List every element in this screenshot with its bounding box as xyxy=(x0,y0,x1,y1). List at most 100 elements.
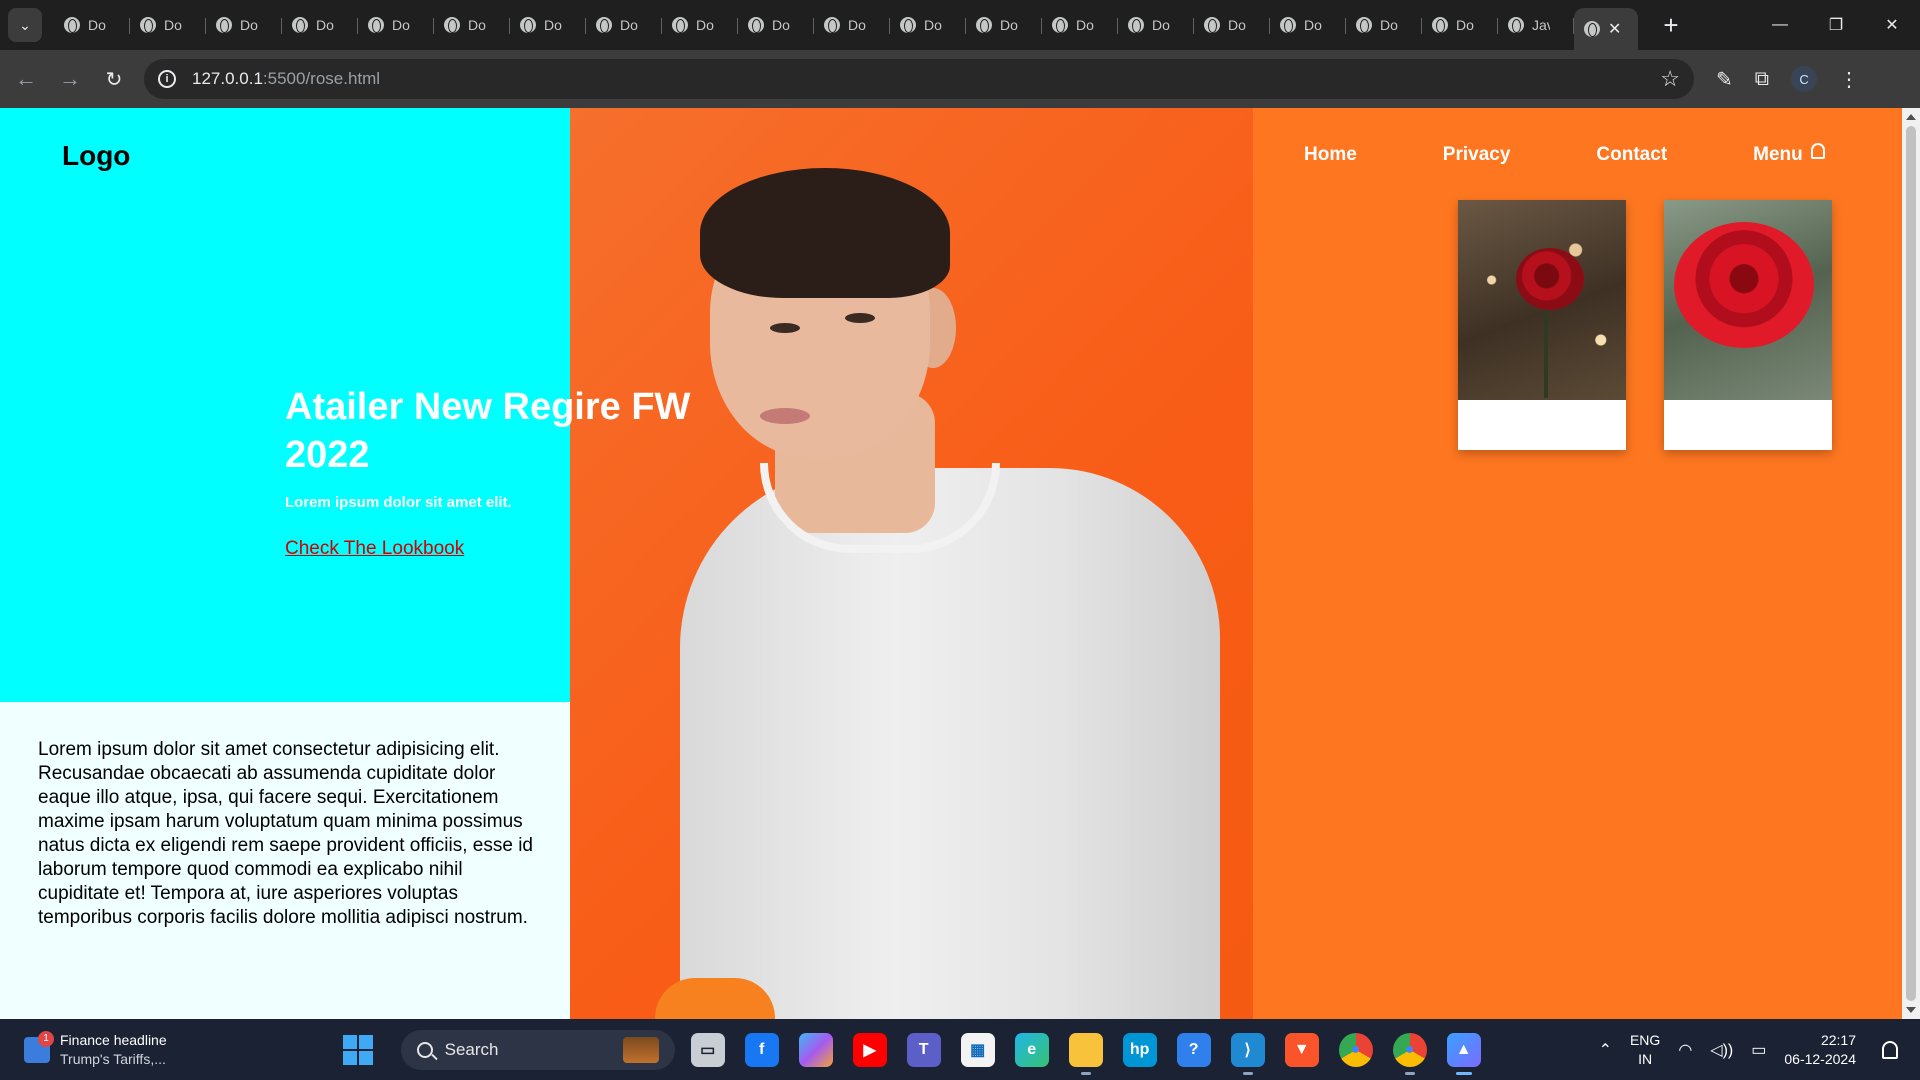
browser-tab[interactable]: Do xyxy=(586,8,662,42)
chevron-up-icon[interactable]: ⌃ xyxy=(1599,1040,1612,1060)
nav-menu[interactable]: Menu xyxy=(1753,143,1825,166)
photos-icon[interactable]: ▲ xyxy=(1446,1032,1481,1075)
file-explorer-icon[interactable] xyxy=(1068,1032,1103,1075)
rose-bloom xyxy=(1516,248,1584,310)
eyedropper-icon[interactable]: ✎ xyxy=(1716,67,1733,92)
reload-button[interactable]: ↻ xyxy=(96,61,132,97)
close-tab-icon[interactable]: ✕ xyxy=(1608,19,1621,39)
rose-card-1[interactable] xyxy=(1458,200,1626,450)
leaf-background xyxy=(1664,200,1832,400)
new-tab-button[interactable]: + xyxy=(1656,10,1686,41)
tab-search-button[interactable]: ⌄ xyxy=(8,8,42,42)
browser-tab[interactable]: Do xyxy=(206,8,282,42)
browser-toolbar: ← → ↻ i 127.0.0.1:5500/rose.html ☆ ✎ ⧉ C… xyxy=(0,50,1920,108)
globe-icon xyxy=(824,17,840,33)
close-window-button[interactable]: ✕ xyxy=(1864,0,1920,50)
scrollbar-thumb[interactable] xyxy=(1906,126,1916,1001)
tab-title: Do xyxy=(848,17,866,33)
more-menu-icon[interactable]: ⋮ xyxy=(1839,67,1859,92)
news-widget[interactable]: 1 Finance headline Trump's Tariffs,... xyxy=(24,1030,167,1069)
model-photo xyxy=(570,108,1253,1019)
tab-title: Do xyxy=(1456,17,1474,33)
extensions-icon[interactable]: ⧉ xyxy=(1755,68,1769,91)
forward-button[interactable]: → xyxy=(52,61,88,97)
rose-image-2 xyxy=(1664,200,1832,400)
nav-home[interactable]: Home xyxy=(1304,144,1357,166)
browser-tab[interactable]: Do xyxy=(814,8,890,42)
browser-tab[interactable]: Do xyxy=(1346,8,1422,42)
browser-tab[interactable]: Do xyxy=(282,8,358,42)
clock[interactable]: 22:17 06-12-2024 xyxy=(1784,1031,1856,1069)
scroll-up-arrow[interactable] xyxy=(1906,114,1916,120)
browser-tab[interactable]: Jav xyxy=(1498,8,1574,42)
tab-active[interactable]: ✕ xyxy=(1574,8,1638,50)
windows-start-icon[interactable] xyxy=(342,1034,373,1065)
clock-date: 06-12-2024 xyxy=(1784,1050,1856,1067)
tab-title: Do xyxy=(392,17,410,33)
youtube-icon[interactable]: ▶ xyxy=(852,1032,887,1067)
browser-tab[interactable]: Do xyxy=(1118,8,1194,42)
globe-icon xyxy=(292,17,308,33)
wifi-icon[interactable]: ◠ xyxy=(1678,1040,1692,1060)
facebook-icon[interactable]: f xyxy=(744,1032,779,1067)
teams-icon[interactable]: T xyxy=(906,1032,941,1067)
browser-tab[interactable]: Do xyxy=(434,8,510,42)
bookmark-star-icon[interactable]: ☆ xyxy=(1660,66,1680,92)
back-button[interactable]: ← xyxy=(8,61,44,97)
browser-tab[interactable]: Do xyxy=(1422,8,1498,42)
search-highlight-icon xyxy=(622,1036,659,1063)
brave-icon[interactable]: ▼ xyxy=(1284,1032,1319,1067)
chrome-icon[interactable]: ● xyxy=(1338,1032,1373,1067)
browser-tab[interactable]: Do xyxy=(1042,8,1118,42)
browser-tab[interactable]: Do xyxy=(966,8,1042,42)
tab-title: Do xyxy=(1304,17,1322,33)
restore-button[interactable]: ❐ xyxy=(1808,0,1864,50)
profile-avatar[interactable]: C xyxy=(1791,66,1818,92)
globe-icon xyxy=(368,17,384,33)
taskbar-search[interactable]: Search xyxy=(400,1029,675,1070)
copilot-icon[interactable] xyxy=(798,1032,833,1067)
globe-icon xyxy=(1584,21,1600,37)
volume-icon[interactable]: ◁)) xyxy=(1710,1040,1733,1060)
site-info-icon[interactable]: i xyxy=(158,70,176,88)
page-scrollbar[interactable] xyxy=(1902,108,1920,1019)
url-text[interactable]: 127.0.0.1:5500/rose.html xyxy=(192,69,380,89)
system-tray: ⌃ ENG IN ◠ ◁)) ▭ 22:17 06-12-2024 xyxy=(1599,1031,1920,1069)
globe-icon xyxy=(140,17,156,33)
nav-privacy[interactable]: Privacy xyxy=(1443,144,1511,166)
help-icon[interactable]: ? xyxy=(1176,1032,1211,1067)
address-bar[interactable]: i 127.0.0.1:5500/rose.html ☆ xyxy=(144,59,1694,99)
minimize-button[interactable]: — xyxy=(1752,0,1808,50)
windows-taskbar: 1 Finance headline Trump's Tariffs,... S… xyxy=(0,1019,1920,1080)
scroll-down-arrow[interactable] xyxy=(1906,1007,1916,1013)
menu-icon xyxy=(1810,143,1825,159)
url-host: 127.0.0.1 xyxy=(192,69,263,88)
browser-tab[interactable]: Do xyxy=(662,8,738,42)
site-logo[interactable]: Logo xyxy=(62,140,130,172)
browser-tab[interactable]: Do xyxy=(510,8,586,42)
rose-card-2[interactable] xyxy=(1664,200,1832,450)
browser-tab[interactable]: Do xyxy=(1270,8,1346,42)
browser-tab-strip: ⌄ Do Do Do Do Do Do Do Do Do Do Do Do Do Do Do Do Do Do Do… xyxy=(0,0,1920,50)
hair-shape xyxy=(700,168,950,298)
browser-tab[interactable]: Do xyxy=(1194,8,1270,42)
browser-tab[interactable]: Do xyxy=(130,8,206,42)
browser-tab[interactable]: Do xyxy=(890,8,966,42)
chrome-profile-icon[interactable]: ● xyxy=(1392,1032,1427,1075)
notification-bell-icon[interactable] xyxy=(1882,1040,1898,1059)
rose-image-1 xyxy=(1458,200,1626,400)
vscode-icon[interactable]: ⟩ xyxy=(1230,1032,1265,1075)
browser-tab[interactable]: Do xyxy=(358,8,434,42)
browser-tab[interactable]: Do xyxy=(738,8,814,42)
battery-icon[interactable]: ▭ xyxy=(1751,1040,1766,1060)
task-view-icon[interactable]: ▭ xyxy=(690,1032,725,1067)
edge-icon[interactable]: e xyxy=(1014,1032,1049,1067)
browser-tab[interactable]: Do xyxy=(54,8,130,42)
tab-title: Do xyxy=(1152,17,1170,33)
language-indicator[interactable]: ENG IN xyxy=(1630,1031,1660,1069)
nav-contact[interactable]: Contact xyxy=(1596,144,1667,166)
tab-title: Do xyxy=(316,17,334,33)
store-icon[interactable]: ▦ xyxy=(960,1032,995,1067)
myhp-icon[interactable]: hp xyxy=(1122,1032,1157,1067)
lookbook-link[interactable]: Check The Lookbook xyxy=(285,538,464,560)
